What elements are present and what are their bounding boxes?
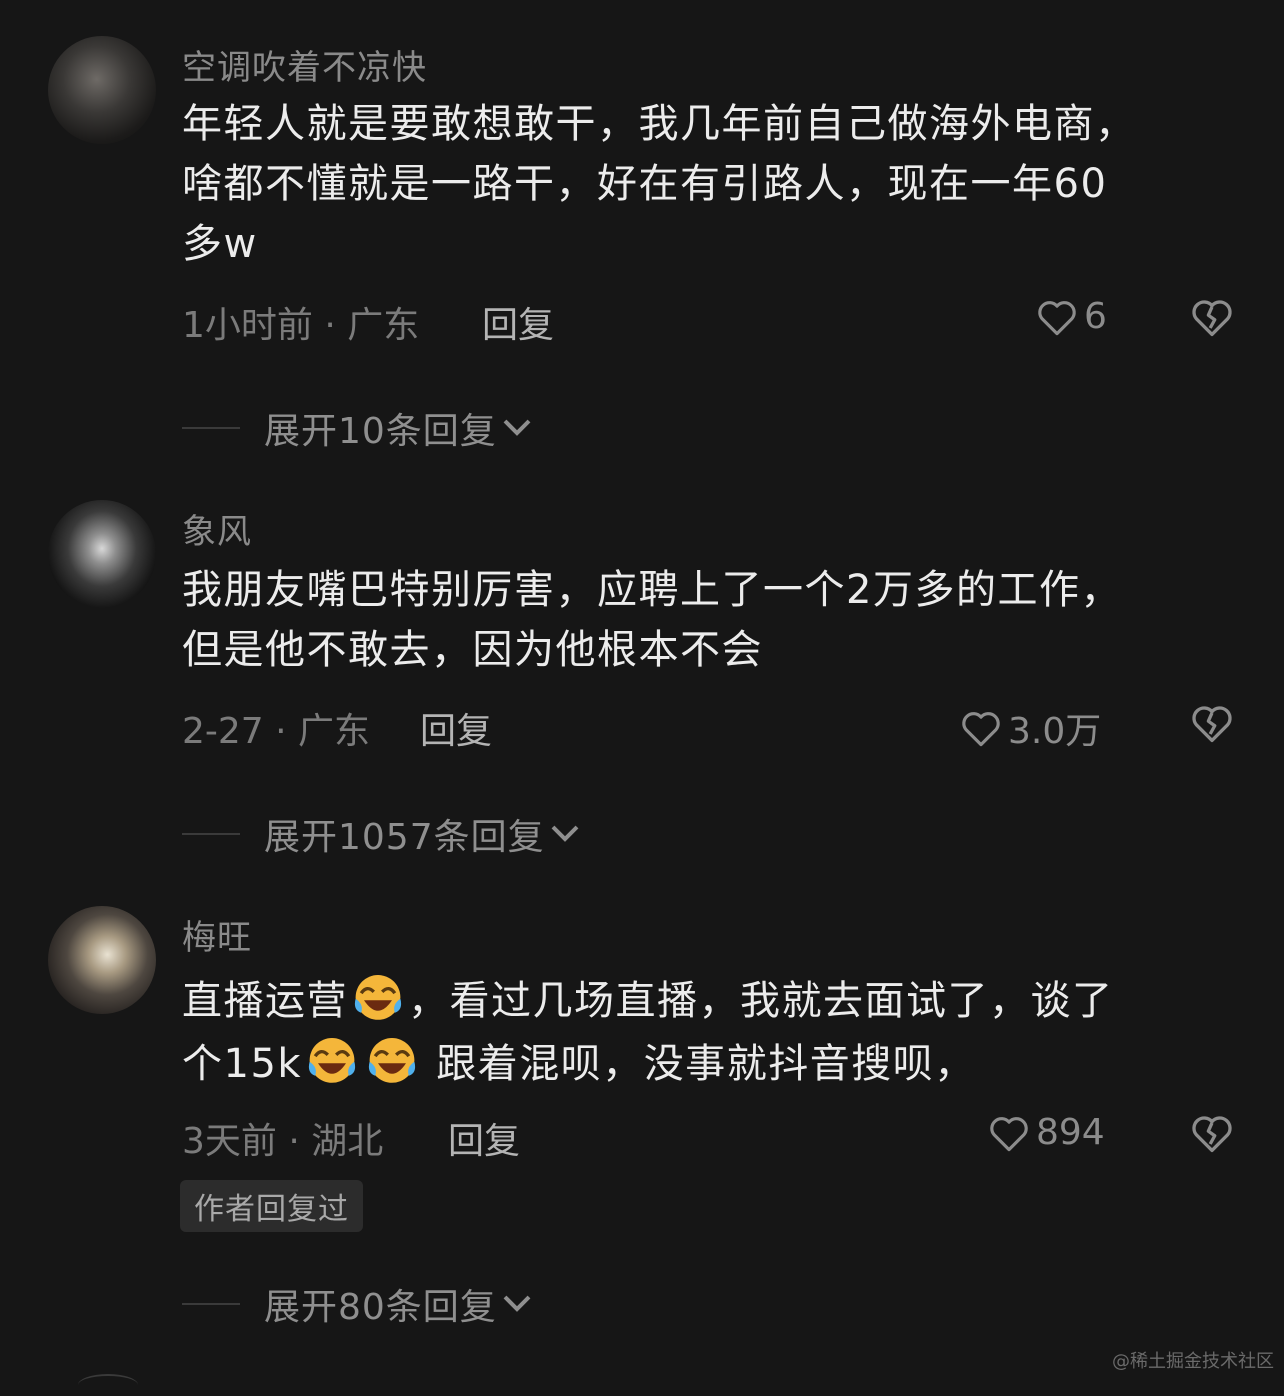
broken-heart-icon — [1192, 706, 1232, 743]
comment-username[interactable]: 梅旺 — [182, 910, 252, 959]
dislike-button[interactable] — [1190, 702, 1234, 748]
comment-username[interactable]: 空调吹着不凉快 — [182, 40, 427, 89]
chevron-down-icon — [551, 825, 579, 842]
expand-replies-button[interactable]: 展开80条回复 — [182, 1278, 533, 1330]
author-replied-badge: 作者回复过 — [180, 1180, 363, 1232]
reply-button[interactable]: 回复 — [482, 296, 554, 348]
expand-replies-label: 展开1057条回复 — [264, 817, 545, 858]
chevron-down-icon — [503, 419, 531, 436]
laughing-emoji-icon — [354, 975, 402, 1020]
watermark: @稀土掘金技术社区 — [1112, 1351, 1274, 1372]
chevron-down-icon — [503, 1295, 531, 1312]
expand-replies-button[interactable]: 展开1057条回复 — [182, 808, 581, 860]
like-button[interactable]: 894 — [988, 1112, 1105, 1153]
comment-text-part: ，看过几场直播，我就去面试了，谈了 — [408, 978, 1114, 1024]
heart-outline-icon — [1038, 300, 1076, 335]
comment-username[interactable]: 象风 — [182, 504, 252, 553]
divider-line — [182, 1303, 240, 1305]
expand-replies-label: 展开80条回复 — [264, 1287, 497, 1328]
comment-text: 年轻人就是要敢想敢干，我几年前自己做海外电商， 啥都不懂就是一路干，好在有引路人… — [182, 101, 1137, 267]
avatar[interactable] — [48, 36, 156, 144]
like-button[interactable]: 6 — [1036, 296, 1107, 337]
like-count: 6 — [1084, 296, 1107, 337]
comment-text-part: 直播运营 — [182, 978, 348, 1024]
like-count: 3.0万 — [1008, 711, 1102, 752]
next-comment-avatar-edge — [78, 1374, 138, 1396]
laughing-emoji-icon — [368, 1038, 416, 1083]
divider-line — [182, 833, 240, 835]
like-count: 894 — [1036, 1112, 1105, 1153]
broken-heart-icon — [1192, 1116, 1232, 1153]
laughing-emoji-icon — [308, 1038, 356, 1083]
comment-text-part: 个15k — [182, 1041, 303, 1087]
broken-heart-icon — [1192, 300, 1232, 337]
comment-meta: 3天前 · 湖北 — [182, 1121, 384, 1162]
divider-line — [182, 427, 240, 429]
comment-text: 直播运营 ，看过几场直播，我就去面试了，谈了 个15k 跟着混呗，没事就抖音搜呗， — [182, 968, 1212, 1094]
heart-outline-icon — [990, 1116, 1028, 1151]
avatar[interactable] — [48, 500, 156, 608]
heart-outline-icon — [962, 712, 1000, 747]
expand-replies-label: 展开10条回复 — [264, 411, 497, 452]
comment-text-part: 跟着混呗，没事就抖音搜呗， — [436, 1041, 976, 1087]
comment-meta: 1小时前 · 广东 — [182, 305, 420, 346]
comment-text: 我朋友嘴巴特别厉害，应聘上了一个2万多的工作， 但是他不敢去，因为他根本不会 — [182, 567, 1122, 673]
dislike-button[interactable] — [1190, 1112, 1234, 1158]
avatar[interactable] — [48, 906, 156, 1014]
comment-meta: 2-27 · 广东 — [182, 711, 371, 752]
dislike-button[interactable] — [1190, 296, 1234, 342]
reply-button[interactable]: 回复 — [420, 702, 492, 754]
like-button[interactable]: 3.0万 — [960, 702, 1101, 754]
expand-replies-button[interactable]: 展开10条回复 — [182, 402, 533, 454]
reply-button[interactable]: 回复 — [448, 1112, 520, 1164]
